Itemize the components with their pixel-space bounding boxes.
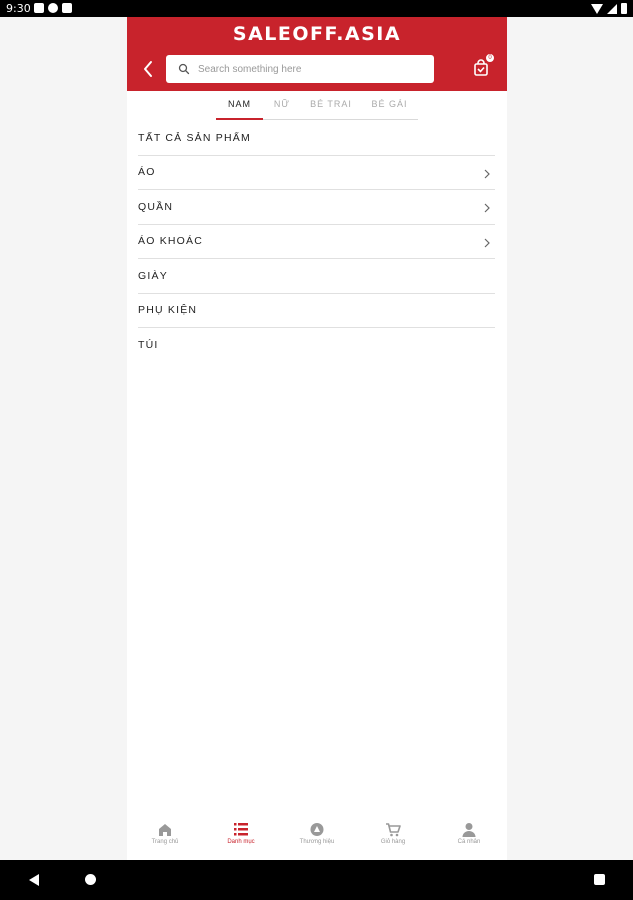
notification-icons [34, 3, 72, 13]
category-item-tui[interactable]: TÚI [138, 328, 495, 363]
tab-be-gai[interactable]: BÉ GÁI [361, 94, 418, 120]
nav-cart[interactable]: Giỏ hàng [355, 814, 431, 860]
search-bar[interactable] [166, 55, 434, 83]
category-label: ÁO [138, 166, 156, 179]
logo[interactable]: SALEOFF.ASIA [127, 23, 507, 45]
gender-tabs: NAM NỮ BÉ TRAI BÉ GÁI [216, 94, 418, 120]
nav-label: Giỏ hàng [380, 839, 406, 845]
list-icon [234, 823, 248, 836]
category-item-quan[interactable]: QUẦN [138, 190, 495, 225]
category-label: QUẦN [138, 200, 174, 213]
nav-label: Trang chủ [151, 839, 179, 845]
nav-profile[interactable]: Cá nhân [431, 814, 507, 860]
category-item-all-products[interactable]: TẤT CẢ SẢN PHẨM [138, 121, 495, 156]
tab-nu[interactable]: NỮ [263, 94, 301, 120]
category-item-ao-khoac[interactable]: ÁO KHOÁC [138, 225, 495, 259]
category-label: PHỤ KIỆN [138, 304, 198, 317]
system-home-icon[interactable] [85, 874, 96, 885]
page-margin-right [507, 17, 633, 860]
cart-badge: 0 [485, 53, 495, 63]
nav-categories[interactable]: Danh mục [203, 814, 279, 860]
chevron-left-icon [144, 61, 152, 77]
battery-icon [621, 3, 627, 14]
category-list: TẤT CẢ SẢN PHẨM ÁO QUẦN ÁO KHOÁC GIÀY PH… [138, 121, 495, 363]
tab-be-trai[interactable]: BÉ TRAI [301, 94, 361, 120]
nav-label: Cá nhân [457, 839, 481, 845]
category-label: TÚI [138, 339, 159, 352]
system-icons [591, 3, 627, 14]
nav-brands[interactable]: Thương hiệu [279, 814, 355, 860]
category-item-ao[interactable]: ÁO [138, 156, 495, 190]
system-nav-bar [0, 860, 633, 900]
system-back-icon[interactable] [29, 874, 39, 886]
cart-button[interactable]: 0 [472, 53, 495, 77]
bottom-nav: Trang chủ Danh mục Thương hiệu Giỏ hàng … [127, 814, 507, 860]
notification-icon [62, 3, 72, 13]
chevron-right-icon [484, 169, 490, 178]
tab-nam[interactable]: NAM [216, 94, 263, 120]
system-recents-icon[interactable] [594, 874, 605, 885]
status-bar: 9:30 [0, 0, 633, 17]
brand-icon [310, 823, 324, 836]
chevron-right-icon [484, 238, 490, 247]
nav-label: Danh mục [227, 839, 255, 845]
page-margin-left [0, 17, 127, 860]
category-item-phu-kien[interactable]: PHỤ KIỆN [138, 294, 495, 328]
chevron-right-icon [484, 203, 490, 213]
status-time: 9:30 [6, 2, 31, 15]
header: SALEOFF.ASIA 0 [127, 17, 507, 91]
category-label: ÁO KHOÁC [138, 235, 204, 248]
app-container: SALEOFF.ASIA 0 NAM NỮ BÉ TRAI BÉ GÁ [127, 17, 507, 860]
user-icon [462, 823, 476, 837]
search-icon [178, 63, 190, 75]
category-item-giay[interactable]: GIÀY [138, 259, 495, 294]
nav-home[interactable]: Trang chủ [127, 814, 203, 860]
wifi-icon [591, 3, 603, 14]
category-label: GIÀY [138, 269, 168, 282]
home-icon [159, 824, 171, 836]
nav-label: Thương hiệu [299, 839, 335, 845]
back-button[interactable] [141, 59, 157, 79]
notification-icon [34, 3, 44, 13]
notification-icon [48, 3, 58, 13]
category-label: TẤT CẢ SẢN PHẨM [138, 131, 251, 144]
signal-icon [607, 3, 617, 14]
cart-icon [386, 823, 401, 837]
search-input[interactable] [198, 63, 418, 75]
